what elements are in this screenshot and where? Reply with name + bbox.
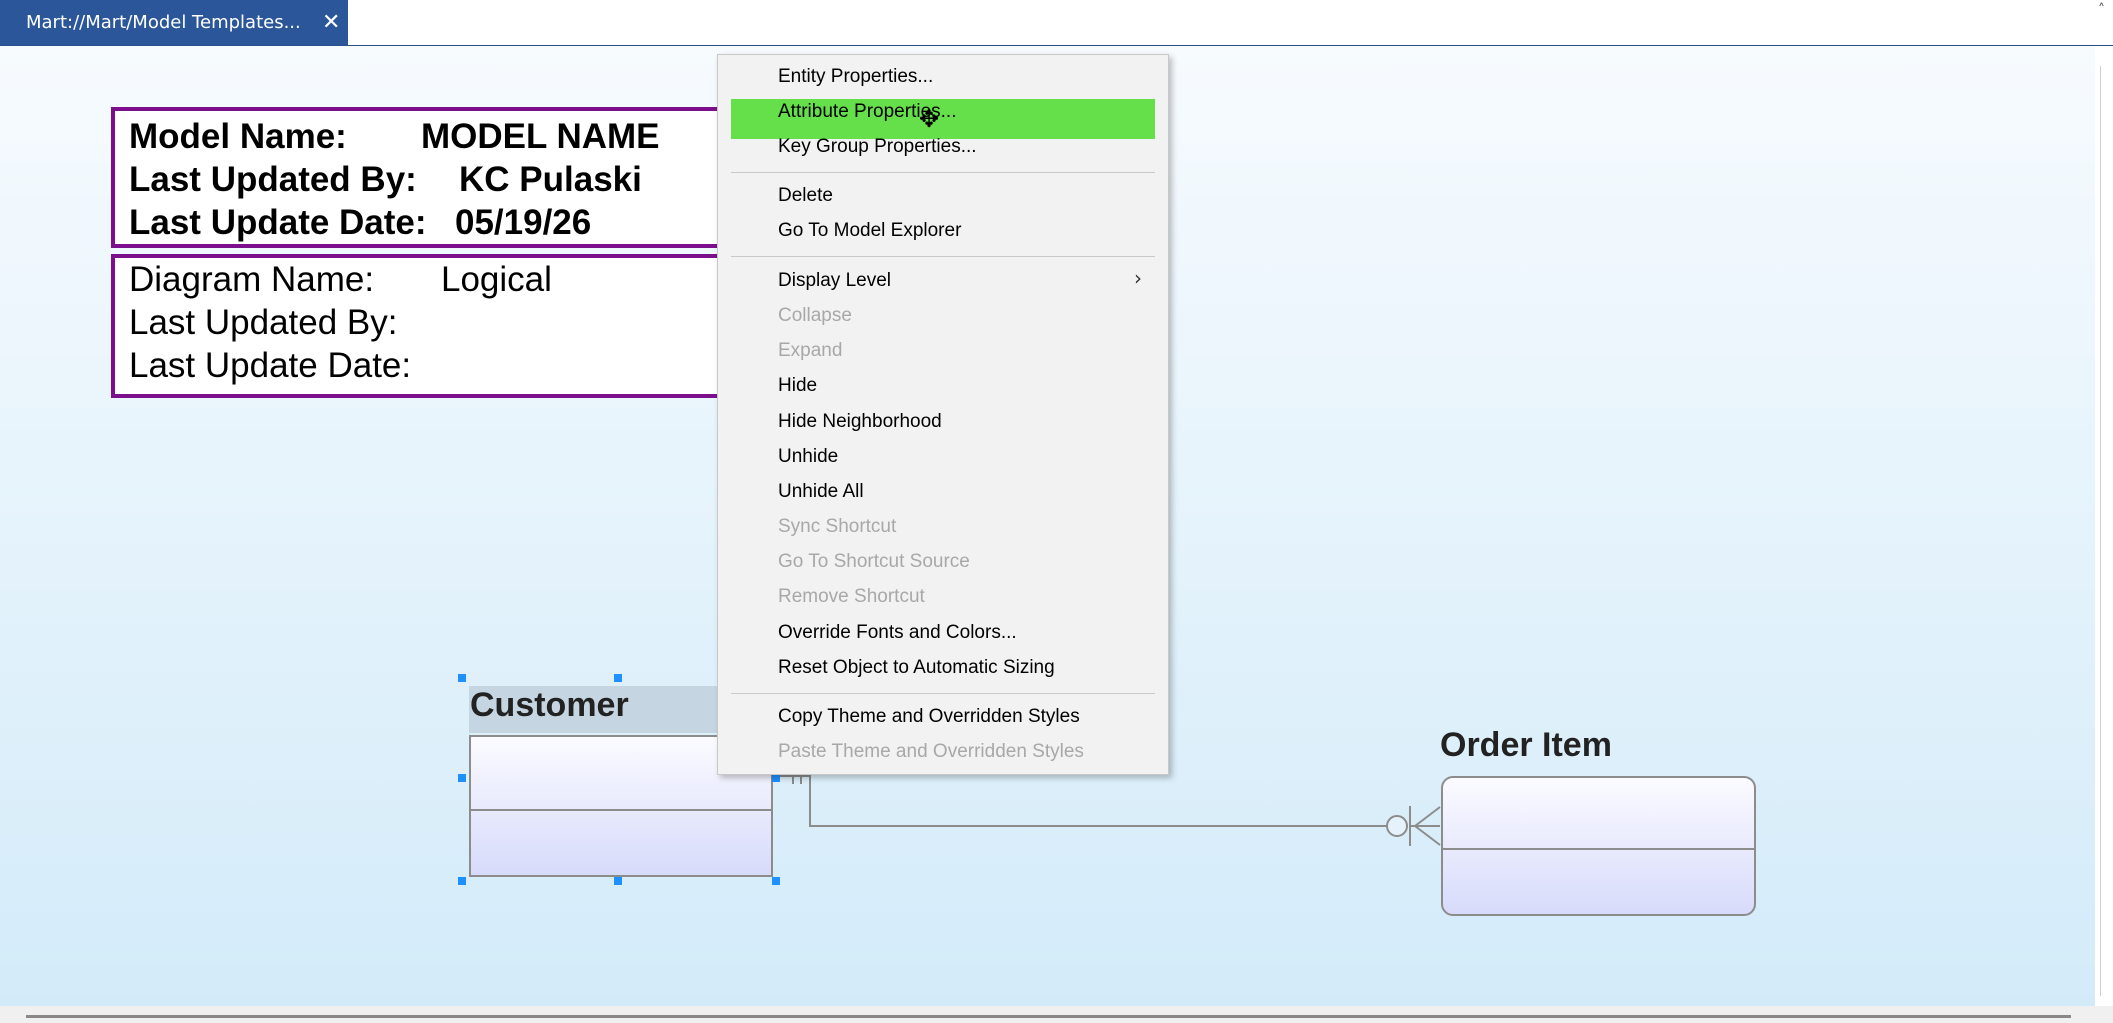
menu-item-reset-object-to-automatic-sizing[interactable]: Reset Object to Automatic Sizing (778, 657, 1055, 679)
menu-item-copy-theme[interactable]: Copy Theme and Overridden Styles (778, 706, 1080, 728)
menu-item-hide[interactable]: Hide (778, 375, 817, 397)
order-item-entity-name[interactable]: Order Item (1440, 726, 1612, 765)
menu-item-override-fonts-and-colors[interactable]: Override Fonts and Colors... (778, 622, 1017, 644)
menu-item-entity-properties[interactable]: Entity Properties... (778, 66, 933, 88)
selection-handle[interactable] (614, 877, 622, 885)
selection-handle[interactable] (458, 877, 466, 885)
menu-separator (731, 693, 1155, 694)
menu-item-display-level[interactable]: Display Level (778, 270, 891, 292)
menu-item-remove-shortcut: Remove Shortcut (778, 586, 925, 607)
menu-item-sync-shortcut: Sync Shortcut (778, 516, 897, 537)
menu-item-paste-theme: Paste Theme and Overridden Styles (778, 741, 1084, 762)
context-menu: Entity Properties... Attribute Propertie… (717, 54, 1169, 775)
customer-entity-name[interactable]: Customer (470, 686, 629, 725)
menu-item-go-to-model-explorer[interactable]: Go To Model Explorer (778, 220, 961, 242)
move-cursor-icon: ✥ (919, 105, 940, 133)
menu-item-go-to-shortcut-source: Go To Shortcut Source (778, 551, 970, 572)
menu-separator (731, 256, 1155, 257)
selection-handle[interactable] (772, 877, 780, 885)
selection-handle[interactable] (772, 774, 780, 782)
selection-handle[interactable] (458, 774, 466, 782)
menu-item-key-group-properties[interactable]: Key Group Properties... (778, 136, 977, 158)
selection-handle[interactable] (614, 674, 622, 682)
order-item-key-divider (1443, 848, 1754, 850)
menu-separator (731, 172, 1155, 173)
menu-item-collapse: Collapse (778, 305, 852, 326)
order-item-entity-box[interactable] (1441, 776, 1756, 916)
menu-item-unhide[interactable]: Unhide (778, 446, 838, 468)
menu-item-delete[interactable]: Delete (778, 185, 833, 207)
selection-handle[interactable] (458, 674, 466, 682)
menu-item-expand: Expand (778, 340, 843, 361)
chevron-right-icon: › (1134, 266, 1142, 290)
menu-item-unhide-all[interactable]: Unhide All (778, 481, 864, 503)
menu-item-hide-neighborhood[interactable]: Hide Neighborhood (778, 411, 942, 433)
customer-key-divider (471, 809, 771, 811)
